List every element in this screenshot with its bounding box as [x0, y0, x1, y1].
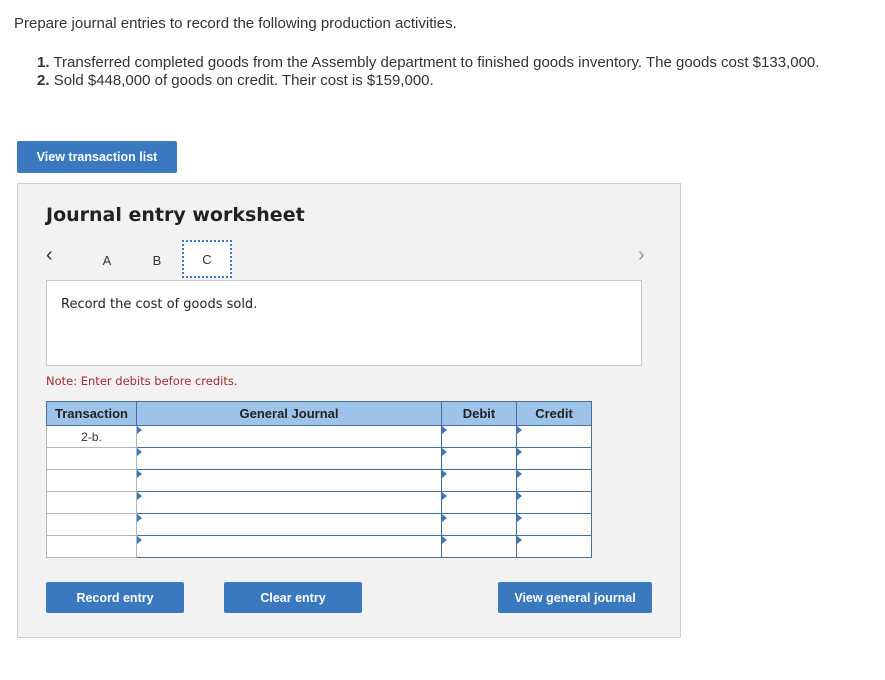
table-row	[46, 447, 592, 470]
chevron-right-icon[interactable]: ›	[638, 244, 645, 267]
tab-a[interactable]: A	[82, 240, 132, 280]
activity-text: Sold $448,000 of goods on credit. Their …	[53, 72, 434, 89]
entry-description: Record the cost of goods sold.	[61, 297, 258, 312]
transaction-cell: 2-b.	[46, 425, 137, 448]
instructions-text: Prepare journal entries to record the fo…	[14, 15, 457, 32]
transaction-cell	[46, 491, 137, 514]
credit-input[interactable]	[516, 425, 592, 448]
table-row: 2-b.	[46, 425, 592, 448]
tab-b[interactable]: B	[132, 240, 182, 280]
activity-item: 1. Transferred completed goods from the …	[37, 54, 819, 72]
activity-text: Transferred completed goods from the Ass…	[53, 54, 820, 71]
record-entry-button[interactable]: Record entry	[46, 582, 184, 613]
journal-table: Transaction General Journal Debit Credit…	[46, 401, 592, 558]
chevron-left-icon[interactable]: ‹	[46, 244, 53, 267]
transaction-cell	[46, 535, 137, 558]
column-header-debit: Debit	[441, 401, 517, 426]
transaction-cell	[46, 447, 137, 470]
debit-input[interactable]	[441, 513, 517, 536]
entry-description-box: Record the cost of goods sold.	[46, 280, 642, 366]
activity-number: 2.	[37, 72, 50, 89]
account-input[interactable]	[136, 425, 442, 448]
account-input[interactable]	[136, 491, 442, 514]
activity-list: 1. Transferred completed goods from the …	[37, 54, 819, 90]
account-input[interactable]	[136, 447, 442, 470]
transaction-cell	[46, 513, 137, 536]
worksheet-title: Journal entry worksheet	[46, 204, 305, 226]
debit-input[interactable]	[441, 425, 517, 448]
table-row	[46, 513, 592, 536]
account-input[interactable]	[136, 535, 442, 558]
column-header-credit: Credit	[516, 401, 592, 426]
activity-item: 2. Sold $448,000 of goods on credit. The…	[37, 72, 819, 90]
credit-input[interactable]	[516, 447, 592, 470]
debit-input[interactable]	[441, 469, 517, 492]
credit-input[interactable]	[516, 535, 592, 558]
table-row	[46, 469, 592, 492]
credit-input[interactable]	[516, 491, 592, 514]
transaction-cell	[46, 469, 137, 492]
debit-input[interactable]	[441, 535, 517, 558]
table-row	[46, 491, 592, 514]
journal-entry-worksheet: Journal entry worksheet ‹ A B C › Record…	[17, 183, 681, 638]
debit-input[interactable]	[441, 447, 517, 470]
account-input[interactable]	[136, 513, 442, 536]
clear-entry-button[interactable]: Clear entry	[224, 582, 362, 613]
debit-input[interactable]	[441, 491, 517, 514]
tab-c[interactable]: C	[182, 240, 232, 278]
view-transaction-list-button[interactable]: View transaction list	[17, 141, 177, 173]
entry-note: Note: Enter debits before credits.	[46, 374, 238, 388]
credit-input[interactable]	[516, 513, 592, 536]
table-row	[46, 535, 592, 558]
column-header-transaction: Transaction	[46, 401, 137, 426]
account-input[interactable]	[136, 469, 442, 492]
column-header-general-journal: General Journal	[136, 401, 442, 426]
credit-input[interactable]	[516, 469, 592, 492]
view-general-journal-button[interactable]: View general journal	[498, 582, 652, 613]
activity-number: 1.	[37, 54, 50, 71]
